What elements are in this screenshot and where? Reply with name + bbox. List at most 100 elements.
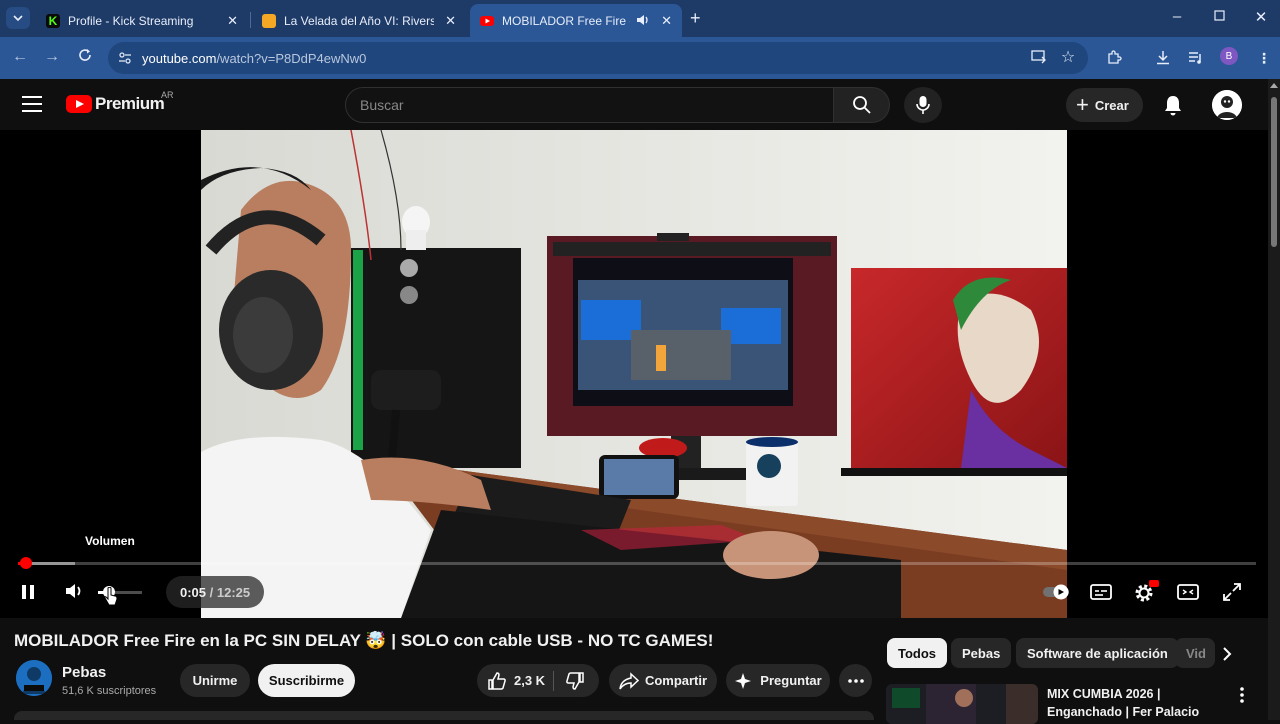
bookmark-star-icon[interactable]: ☆ [1058, 47, 1078, 67]
minimize-window-button[interactable]: – [1167, 8, 1187, 25]
dislike-button[interactable] [565, 671, 585, 694]
kick-favicon-icon: K [46, 13, 60, 28]
chips-next-button[interactable] [1222, 647, 1232, 666]
page-scrollbar[interactable] [1268, 79, 1280, 720]
browser-profile-avatar[interactable]: B [1220, 47, 1238, 65]
thumbnail-image [886, 684, 1038, 724]
subtitles-icon [1090, 584, 1112, 600]
media-controls-icon[interactable] [1186, 50, 1206, 67]
scroll-up-icon[interactable] [1270, 83, 1278, 88]
browser-toolbar: ← → youtube.com/watch?v=P8DdP4ewNw0 ☆ ⋮ [0, 37, 1280, 79]
guide-menu-icon[interactable] [22, 96, 42, 112]
time-display: 0:05 / 12:25 [166, 576, 265, 608]
video-still-image [201, 130, 1067, 618]
gear-icon [1135, 580, 1159, 602]
url-text: youtube.com/watch?v=P8DdP4ewNw0 [142, 50, 367, 66]
join-button[interactable]: Unirme [180, 664, 250, 697]
reload-icon [79, 49, 91, 61]
close-tab-icon[interactable]: ✕ [661, 13, 672, 29]
ask-ai-button[interactable]: Preguntar [726, 664, 830, 697]
logo-text: Premium [95, 94, 165, 113]
video-player[interactable]: Volumen 0:05 / 12:25 [0, 130, 1268, 618]
subscriber-count: 51,6 K suscriptores [62, 685, 157, 697]
subscribe-button[interactable]: Suscribirme [258, 664, 355, 697]
volume-tooltip: Volumen [85, 534, 135, 548]
description-box[interactable] [14, 711, 874, 720]
share-label: Compartir [644, 673, 708, 688]
notifications-bell-icon[interactable] [1160, 92, 1186, 118]
tab-search-menu-button[interactable] [6, 7, 30, 29]
browser-menu-icon[interactable]: ⋮ [1254, 50, 1274, 67]
miniplayer-button[interactable] [1177, 583, 1199, 606]
thumbs-up-icon [488, 671, 506, 690]
fullscreen-button[interactable] [1222, 582, 1242, 607]
close-tab-icon[interactable]: ✕ [445, 13, 456, 29]
time-separator: / [206, 584, 217, 600]
tab-kick-profile[interactable]: K Profile - Kick Streaming ✕ [36, 4, 248, 37]
youtube-premium-logo[interactable]: Premium AR [66, 90, 174, 114]
sparkle-icon [735, 672, 752, 689]
create-button[interactable]: + Crear [1066, 88, 1143, 122]
progress-scrubber-handle[interactable] [20, 557, 33, 569]
recommendation-menu-button[interactable] [1240, 687, 1244, 708]
tab-divider [250, 12, 251, 28]
settings-button[interactable] [1133, 580, 1159, 609]
youtube-play-logo-icon [66, 95, 92, 113]
account-avatar[interactable] [1212, 90, 1242, 120]
extensions-icon[interactable] [1104, 50, 1124, 69]
tab-youtube-active[interactable]: MOBILADOR Free Fire en la ✕ [470, 4, 682, 37]
tab-title: La Velada del Año VI: Rivers vs [284, 13, 434, 28]
current-time: 0:05 [180, 584, 207, 600]
share-button[interactable]: Compartir [609, 664, 717, 697]
voice-search-button[interactable] [904, 87, 942, 123]
page-favicon-icon [262, 13, 276, 28]
tab-title: Profile - Kick Streaming [68, 13, 194, 28]
video-frame [201, 130, 1067, 618]
chip-pebas[interactable]: Pebas [951, 638, 1012, 668]
chip-software[interactable]: Software de aplicación [1016, 638, 1179, 668]
tab-audio-playing-icon[interactable] [636, 14, 650, 29]
pause-button[interactable] [20, 583, 36, 606]
youtube-masthead: Premium AR + Crear [0, 79, 1268, 130]
address-bar[interactable]: youtube.com/watch?v=P8DdP4ewNw0 [108, 42, 1088, 74]
channel-name[interactable]: Pebas [62, 664, 106, 681]
browser-tab-bar: K Profile - Kick Streaming ✕ La Velada d… [0, 0, 1280, 37]
search-icon [852, 96, 871, 114]
subtitles-button[interactable] [1090, 583, 1112, 606]
site-info-icon[interactable] [116, 49, 134, 67]
plus-icon: + [1076, 92, 1089, 117]
autoplay-toggle-icon [1043, 584, 1069, 600]
install-app-icon[interactable] [1029, 50, 1049, 67]
close-tab-icon[interactable]: ✕ [227, 13, 238, 29]
mute-button[interactable] [64, 581, 86, 606]
like-button[interactable]: 2,3 K [487, 671, 545, 691]
pause-icon [22, 585, 34, 599]
maximize-window-button[interactable] [1209, 8, 1229, 25]
recommendation-thumbnail[interactable] [886, 684, 1038, 724]
forward-button[interactable]: → [42, 48, 62, 66]
search-box [345, 87, 834, 123]
scrollbar-thumb[interactable] [1271, 97, 1277, 247]
chip-todos[interactable]: Todos [887, 638, 948, 668]
search-input[interactable] [360, 97, 833, 113]
chip-videos[interactable]: Vid [1175, 638, 1215, 668]
create-label: Crear [1094, 97, 1129, 113]
recommendation-title[interactable]: MIX CUMBIA 2026 | Enganchado | Fer Palac… [1047, 685, 1232, 721]
youtube-favicon-icon [480, 14, 494, 28]
like-divider [553, 671, 554, 691]
channel-avatar[interactable] [16, 660, 52, 696]
reload-button[interactable] [75, 48, 95, 67]
back-button[interactable]: ← [10, 48, 30, 66]
downloads-icon[interactable] [1153, 50, 1173, 68]
autoplay-toggle[interactable] [1042, 583, 1072, 606]
progress-bar[interactable] [18, 557, 1256, 569]
search-button[interactable] [834, 87, 890, 123]
close-window-button[interactable]: ✕ [1251, 8, 1271, 26]
maximize-icon [1213, 10, 1225, 21]
new-tab-button[interactable]: + [690, 8, 701, 29]
tab-title: MOBILADOR Free Fire en la [502, 13, 630, 28]
like-dislike-group: 2,3 K [477, 664, 599, 697]
tab-la-velada[interactable]: La Velada del Año VI: Rivers vs ✕ [252, 4, 466, 37]
more-actions-button[interactable] [839, 664, 872, 697]
mouse-pointer-icon [103, 586, 119, 612]
